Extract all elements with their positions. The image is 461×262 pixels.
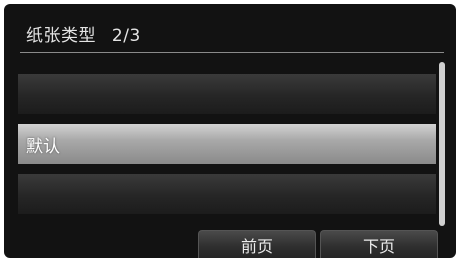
list-item-label: 默认 — [26, 136, 60, 157]
paper-type-list: 默认 — [18, 60, 436, 226]
next-page-button[interactable]: 下页 — [320, 230, 438, 258]
page-indicator: 2/3 — [111, 26, 141, 46]
list-item-empty-top[interactable] — [18, 74, 436, 114]
list-item-empty-bottom[interactable] — [18, 174, 436, 214]
next-page-label: 下页 — [362, 236, 395, 256]
scrollbar[interactable] — [439, 62, 445, 226]
scrollbar-thumb[interactable] — [439, 62, 445, 226]
title-divider — [20, 52, 444, 53]
page-title: 纸张类型 2/3 — [26, 21, 141, 46]
prev-page-label: 前页 — [240, 236, 273, 256]
paper-type-screen: 纸张类型 2/3 默认 前页 下页 — [4, 4, 456, 258]
prev-page-button[interactable]: 前页 — [198, 230, 316, 258]
title-text: 纸张类型 — [26, 26, 96, 46]
list-item-default[interactable]: 默认 — [18, 124, 436, 164]
